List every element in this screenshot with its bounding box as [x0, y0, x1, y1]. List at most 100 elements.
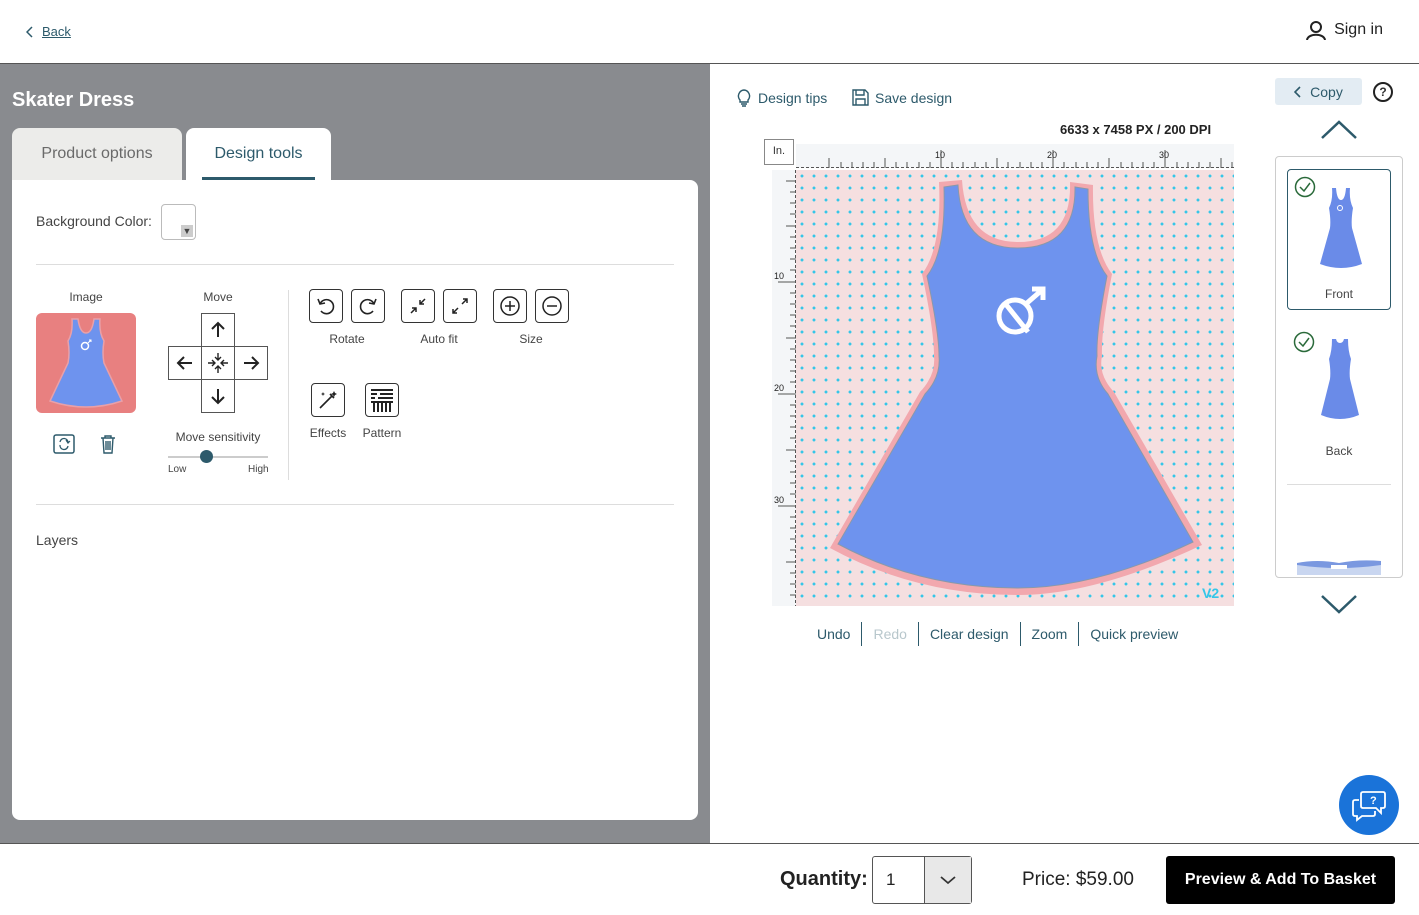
- top-bar: Back Sign in: [0, 0, 1419, 64]
- chevron-left-icon: [1294, 85, 1301, 98]
- ruler-left-ticks: 10 20 30: [774, 170, 796, 606]
- view-back-label: Back: [1325, 444, 1353, 458]
- move-sensitivity-label: Move sensitivity: [175, 430, 261, 444]
- third-view-thumbnail[interactable]: [1297, 557, 1381, 575]
- sensitivity-slider-thumb[interactable]: [199, 450, 213, 463]
- preview-add-to-basket-button[interactable]: Preview & Add To Basket: [1166, 856, 1395, 904]
- quick-preview-button[interactable]: Quick preview: [1079, 622, 1189, 646]
- plus-circle-icon: [500, 296, 520, 316]
- chat-help-button[interactable]: ?: [1339, 775, 1399, 835]
- canvas-actions: Undo Redo Clear design Zoom Quick previe…: [806, 622, 1189, 646]
- check-circle-icon: [1294, 176, 1316, 198]
- arrow-left-icon: [176, 356, 192, 370]
- back-dress-image: [1321, 339, 1359, 419]
- vertical-divider: [288, 290, 289, 480]
- quantity-dropdown-toggle[interactable]: [923, 857, 971, 903]
- pattern-button[interactable]: [365, 383, 399, 417]
- replace-image-button[interactable]: [52, 433, 76, 455]
- magic-wand-icon: [319, 391, 337, 409]
- arrow-right-icon: [244, 356, 260, 370]
- footer-bar: Quantity: 1 Price: $59.00 Preview & Add …: [0, 843, 1419, 915]
- chevron-up-icon[interactable]: [1319, 118, 1359, 142]
- view-back[interactable]: Back: [1287, 325, 1391, 466]
- clear-design-button[interactable]: Clear design: [919, 622, 1021, 646]
- back-link[interactable]: Back: [26, 24, 71, 39]
- rotate-left-button[interactable]: [309, 289, 343, 323]
- center-icon: [208, 353, 228, 373]
- ruler-left-tick-label: 20: [774, 383, 784, 393]
- expand-icon: [452, 298, 468, 314]
- quantity-select[interactable]: 1: [872, 856, 972, 904]
- tab-product-options[interactable]: Product options: [12, 128, 182, 180]
- view-front[interactable]: Front: [1287, 169, 1391, 310]
- move-right-button[interactable]: [234, 346, 268, 380]
- quantity-value: 1: [886, 870, 896, 889]
- ruler-left-tick-label: 10: [774, 271, 784, 281]
- view-front-label: Front: [1324, 287, 1353, 301]
- tab-label: Product options: [41, 145, 153, 162]
- lightbulb-icon: [737, 89, 751, 107]
- zoom-in-button[interactable]: [493, 289, 527, 323]
- watermark: V2: [1202, 585, 1219, 601]
- help-button[interactable]: ?: [1373, 82, 1393, 102]
- replace-icon: [53, 434, 75, 454]
- pattern-icon: [371, 389, 393, 412]
- dropdown-arrow-icon: ▼: [181, 225, 193, 237]
- undo-button[interactable]: Undo: [806, 622, 863, 646]
- image-thumbnail[interactable]: [36, 313, 136, 413]
- ruler-left: 10 20 30: [772, 170, 796, 606]
- product-title: Skater Dress: [12, 89, 135, 111]
- unit-toggle-button[interactable]: In.: [764, 139, 794, 165]
- minus-circle-icon: [542, 296, 562, 316]
- ruler-left-tick-label: 30: [774, 495, 784, 505]
- check-circle-icon: [1293, 331, 1315, 353]
- rotate-right-button[interactable]: [351, 289, 385, 323]
- design-tips-button[interactable]: Design tips: [736, 89, 827, 107]
- canvas-dimensions: 6633 x 7458 PX / 200 DPI: [1060, 122, 1212, 137]
- auto-fit-label: Auto fit: [420, 332, 458, 346]
- size-label: Size: [519, 332, 543, 346]
- rotate-right-icon: [359, 298, 377, 315]
- back-label: Back: [42, 24, 71, 39]
- background-color-label: Background Color:: [36, 213, 152, 229]
- copy-button[interactable]: Copy: [1275, 78, 1362, 105]
- save-design-button[interactable]: Save design: [852, 89, 952, 106]
- sign-in-button[interactable]: Sign in: [1306, 20, 1383, 40]
- image-label: Image: [69, 290, 103, 304]
- zoom-out-button[interactable]: [535, 289, 569, 323]
- background-color-picker[interactable]: ▼: [161, 204, 196, 240]
- redo-button[interactable]: Redo: [862, 622, 919, 646]
- canvas-area: Design tips Save design 6633 x 7458 PX /…: [710, 64, 1419, 843]
- left-panel: Skater Dress Product options Design tool…: [0, 64, 710, 843]
- view-selector: Front Back: [1275, 156, 1403, 578]
- expand-fit-button[interactable]: [443, 289, 477, 323]
- ruler-top: 10 20 30: [796, 144, 1234, 168]
- rotate-left-icon: [317, 298, 335, 315]
- shrink-icon: [410, 298, 426, 314]
- price-label: Price: $59.00: [1022, 869, 1134, 890]
- pattern-label: Pattern: [362, 426, 402, 440]
- ruler-top-ticks: 10 20 30: [796, 150, 1234, 168]
- move-up-button[interactable]: [201, 313, 235, 347]
- move-left-button[interactable]: [168, 346, 202, 380]
- move-down-button[interactable]: [201, 379, 235, 413]
- user-icon: [1306, 21, 1327, 40]
- zoom-button[interactable]: Zoom: [1021, 622, 1080, 646]
- chevron-down-icon: [940, 876, 956, 885]
- delete-image-button[interactable]: [96, 433, 120, 455]
- divider: [36, 504, 674, 505]
- shrink-fit-button[interactable]: [401, 289, 435, 323]
- divider: [36, 264, 674, 265]
- effects-button[interactable]: [311, 383, 345, 417]
- ruler-top-tick-label: 30: [1159, 150, 1169, 160]
- sensitivity-slider-track[interactable]: [168, 456, 268, 458]
- high-label: High: [248, 464, 269, 475]
- chevron-left-icon: [26, 25, 33, 38]
- design-canvas[interactable]: V2: [796, 170, 1234, 606]
- tab-design-tools[interactable]: Design tools: [186, 128, 331, 180]
- save-icon: [852, 89, 869, 106]
- save-design-label: Save design: [875, 89, 953, 106]
- center-button[interactable]: [201, 346, 235, 380]
- arrow-down-icon: [211, 389, 225, 405]
- chevron-down-icon[interactable]: [1319, 592, 1359, 616]
